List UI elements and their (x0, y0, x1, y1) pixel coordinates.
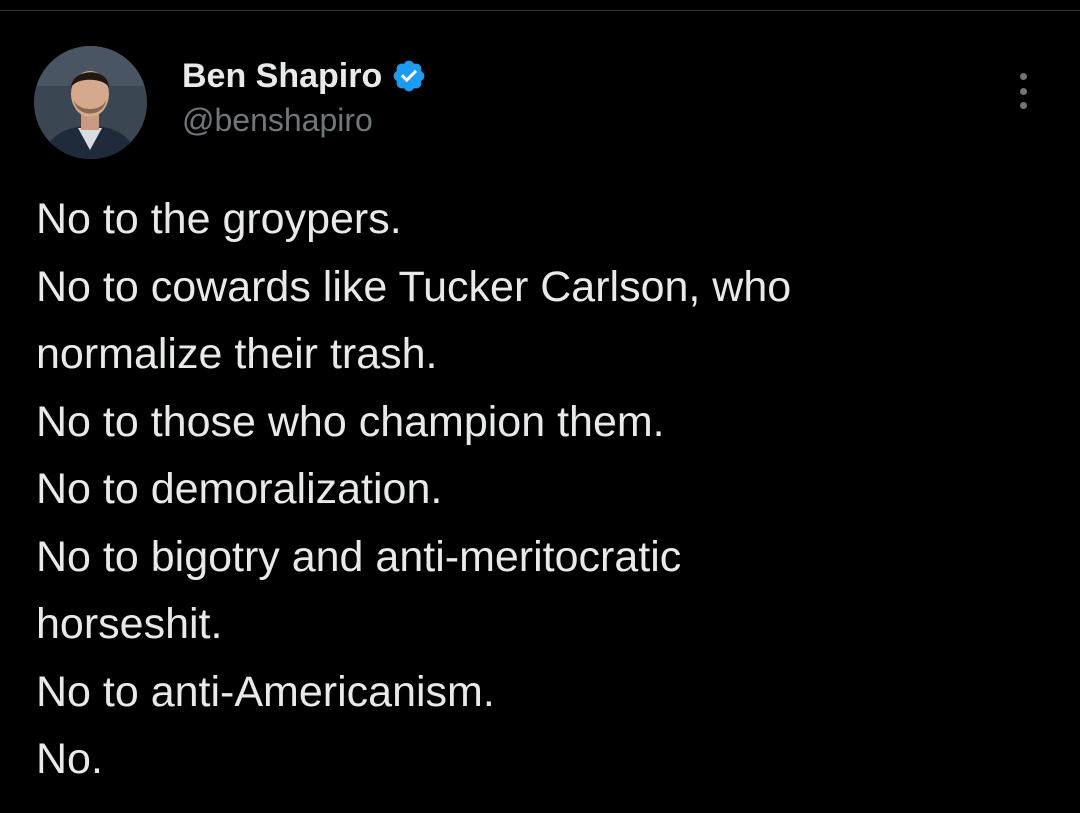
more-vertical-icon-dot (1019, 87, 1027, 95)
tweet-text: No to the groypers. No to cowards like T… (36, 186, 1046, 794)
author-name-row[interactable]: Ben Shapiro (182, 52, 427, 100)
tweet-text-line: No to those who champion them. (36, 397, 665, 446)
author-handle[interactable]: @benshapiro (182, 102, 427, 139)
tweet-text-line: normalize their trash. (36, 330, 438, 378)
tweet-text-line: No to bigotry and anti-meritocratic (36, 532, 682, 581)
tweet: Ben Shapiro @benshapiro No to the groype… (0, 0, 1080, 813)
avatar[interactable] (34, 46, 147, 159)
tweet-text-line: horseshit. (36, 600, 223, 648)
verified-badge-icon (391, 58, 427, 94)
more-options-button[interactable] (1006, 70, 1040, 112)
display-name[interactable]: Ben Shapiro (182, 57, 382, 96)
profile-photo (34, 46, 147, 159)
tweet-text-line: No to anti-Americanism. (36, 667, 495, 716)
author-block: Ben Shapiro @benshapiro (182, 52, 427, 139)
more-vertical-icon (1019, 73, 1027, 80)
more-vertical-icon-dot (1019, 102, 1027, 109)
tweet-text-line: No to demoralization. (36, 465, 443, 513)
tweet-text-line: No to cowards like Tucker Carlson, who (36, 262, 792, 311)
tweet-text-line: No to the groypers. (36, 195, 402, 243)
tweet-text-line: No. (36, 735, 103, 783)
